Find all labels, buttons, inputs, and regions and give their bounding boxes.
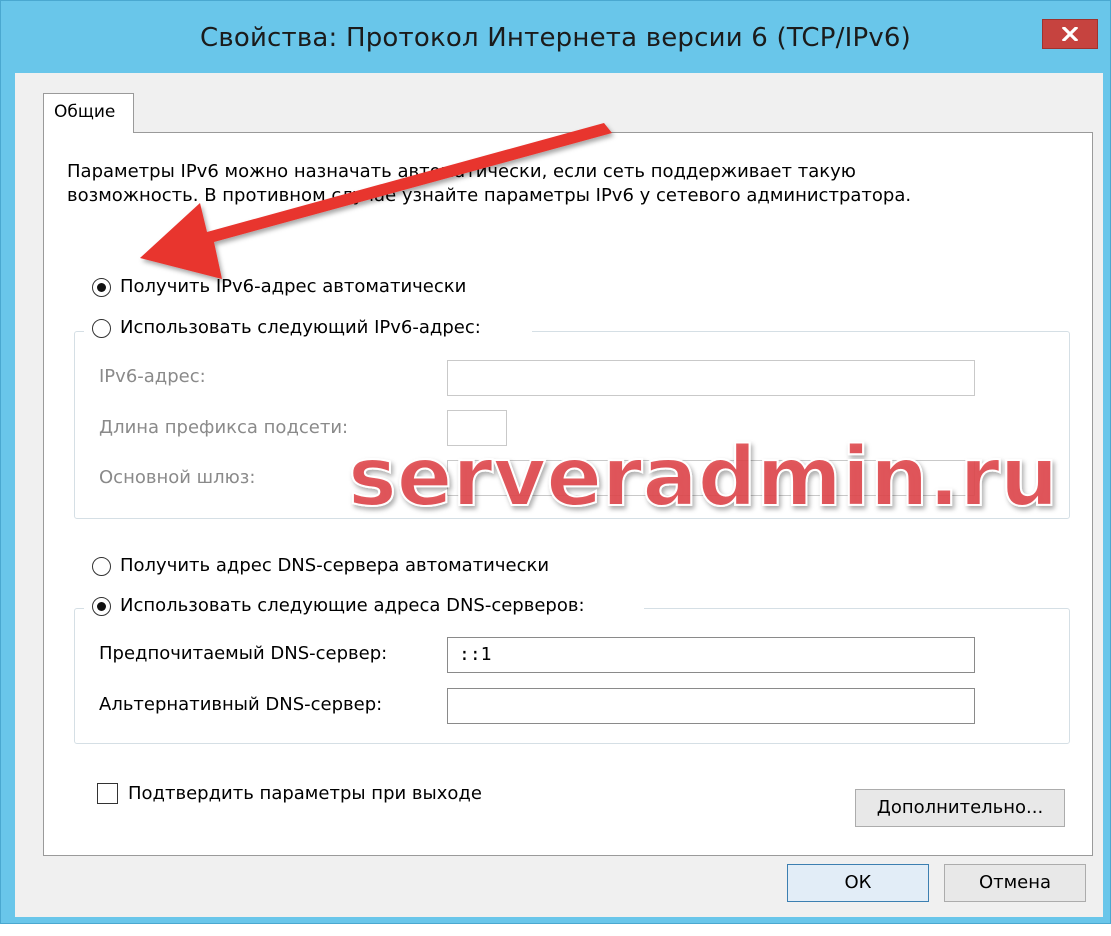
intro-text-line1: Параметры IPv6 можно назначать автоматич… xyxy=(67,161,856,182)
default-gateway-input[interactable] xyxy=(447,460,975,496)
close-x-icon xyxy=(1062,27,1078,41)
radio-dns-manual-label: Использовать следующие адреса DNS-сервер… xyxy=(120,595,585,616)
radio-ipv6-manual[interactable] xyxy=(92,319,111,338)
subnet-prefix-label: Длина префикса подсети: xyxy=(99,417,349,438)
ipv6-address-input[interactable] xyxy=(447,360,975,396)
dialog-window: Свойства: Протокол Интернета версии 6 (T… xyxy=(0,0,1111,924)
tab-panel-general: Параметры IPv6 можно назначать автоматич… xyxy=(43,132,1093,856)
tab-general[interactable]: Общие xyxy=(43,93,134,133)
window-title: Свойства: Протокол Интернета версии 6 (T… xyxy=(199,23,912,53)
preferred-dns-label: Предпочитаемый DNS-сервер: xyxy=(99,643,388,664)
radio-ipv6-manual-label: Использовать следующий IPv6-адрес: xyxy=(120,317,481,338)
radio-ipv6-auto-label: Получить IPv6-адрес автоматически xyxy=(120,276,467,297)
cancel-button[interactable]: Отмена xyxy=(944,864,1086,902)
ipv6-address-label: IPv6-адрес: xyxy=(99,366,206,387)
preferred-dns-input[interactable]: ::1 xyxy=(447,637,975,673)
radio-ipv6-auto[interactable] xyxy=(92,278,111,297)
alternate-dns-label: Альтернативный DNS-сервер: xyxy=(99,694,383,715)
radio-dns-manual[interactable] xyxy=(92,597,111,616)
radio-dns-auto[interactable] xyxy=(92,557,111,576)
dialog-client-area: Общие Параметры IPv6 можно назначать авт… xyxy=(15,73,1103,917)
validate-on-exit-label: Подтвердить параметры при выходе xyxy=(128,783,482,804)
close-button[interactable] xyxy=(1042,19,1098,49)
alternate-dns-input[interactable] xyxy=(447,688,975,724)
intro-text-line2: возможность. В противном случае узнайте … xyxy=(67,185,912,206)
default-gateway-label: Основной шлюз: xyxy=(99,467,256,488)
ok-button[interactable]: ОК xyxy=(787,864,929,902)
advanced-button[interactable]: Дополнительно... xyxy=(855,789,1065,827)
radio-dns-auto-label: Получить адрес DNS-сервера автоматически xyxy=(120,555,550,576)
subnet-prefix-input[interactable] xyxy=(447,410,507,446)
validate-on-exit-checkbox[interactable] xyxy=(97,783,118,804)
